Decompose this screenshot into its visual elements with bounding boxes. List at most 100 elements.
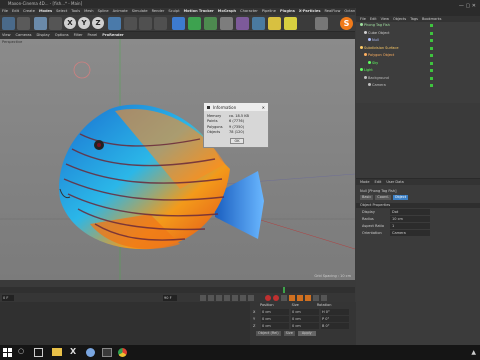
enable-check-icon[interactable]	[430, 31, 433, 35]
coord-rot[interactable]: H 0°	[321, 309, 349, 315]
menu-sculpt[interactable]: Sculpt	[168, 8, 179, 15]
enable-check-icon[interactable]	[430, 69, 433, 72]
coord-size[interactable]: 0 cm	[291, 323, 319, 329]
coord-size[interactable]: 0 cm	[291, 309, 319, 315]
end-frame-field[interactable]: 90 F	[163, 295, 177, 301]
menu-spline[interactable]: Spline	[98, 8, 109, 15]
menu-mesh[interactable]: Mesh	[84, 8, 93, 15]
coord-rot[interactable]: P 0°	[321, 316, 349, 322]
tab-coord[interactable]: Coord.	[375, 195, 391, 200]
coord-pos[interactable]: 0 cm	[261, 323, 289, 329]
light-icon[interactable]	[284, 17, 297, 30]
tray-icon[interactable]: ▲	[471, 349, 476, 356]
camera-icon[interactable]	[268, 17, 281, 30]
window-controls-icon[interactable]: — ▢ ✕	[459, 3, 476, 9]
y-axis-button[interactable]: Y	[78, 17, 90, 29]
record-icon[interactable]	[265, 295, 271, 301]
menu-render[interactable]: Render	[152, 8, 165, 15]
enable-check-icon[interactable]	[430, 61, 433, 65]
current-frame-field[interactable]: 0 F	[2, 295, 14, 301]
task-view-icon[interactable]	[34, 348, 43, 357]
menu-animate[interactable]: Animate	[113, 8, 128, 15]
array-icon[interactable]	[220, 17, 233, 30]
pen-icon[interactable]	[188, 17, 201, 30]
next-frame-icon[interactable]	[232, 295, 238, 301]
prev-frame-icon[interactable]	[216, 295, 222, 301]
om-menu-bookmarks[interactable]: Bookmarks	[422, 16, 442, 22]
object-row[interactable]: Phong Tag Fish	[356, 23, 480, 29]
coord-size-select[interactable]: Size	[283, 331, 295, 336]
tab-object[interactable]: Object	[392, 195, 409, 200]
tab-basic[interactable]: Basic	[360, 195, 374, 200]
menu-mograph[interactable]: MoGraph	[218, 8, 236, 15]
render-picture-icon[interactable]	[139, 17, 152, 30]
view-menu-cameras[interactable]: Cameras	[16, 32, 32, 39]
z-axis-button[interactable]: Z	[92, 17, 104, 29]
scene-icon[interactable]	[252, 17, 265, 30]
start-button[interactable]	[3, 348, 12, 357]
om-menu-objects[interactable]: Objects	[393, 16, 406, 22]
menu-tools[interactable]: Tools	[71, 8, 80, 15]
keyframe-icon[interactable]	[281, 295, 287, 301]
object-row[interactable]: Background	[356, 75, 480, 82]
undo-icon[interactable]	[2, 17, 15, 30]
object-row[interactable]: Light	[356, 68, 480, 74]
object-row[interactable]: Sky	[356, 60, 480, 67]
view-menu-view[interactable]: View	[2, 32, 11, 39]
x-app-icon[interactable]: X	[70, 347, 76, 356]
ok-button[interactable]: OK	[230, 138, 244, 144]
deformer-icon[interactable]	[236, 17, 249, 30]
attribute-value[interactable]: Dot	[390, 209, 430, 215]
param-key-icon[interactable]	[313, 295, 319, 301]
redo-icon[interactable]	[17, 17, 30, 30]
chrome-icon[interactable]	[118, 348, 127, 357]
menu-simulate[interactable]: Simulate	[132, 8, 148, 15]
menu-modes[interactable]: Modes	[39, 8, 52, 15]
menu-create[interactable]: Create	[23, 8, 35, 15]
coord-rot[interactable]: B 0°	[321, 323, 349, 329]
attr-menu-mode[interactable]: Mode	[360, 179, 370, 185]
viewport-layout-icon[interactable]	[315, 17, 328, 30]
enable-check-icon[interactable]	[430, 54, 433, 57]
scale-icon[interactable]	[49, 17, 62, 30]
om-menu-file[interactable]: File	[360, 16, 366, 22]
x-axis-button[interactable]: X	[64, 17, 76, 29]
enable-check-icon[interactable]	[430, 46, 433, 50]
enable-check-icon[interactable]	[430, 76, 433, 80]
om-menu-edit[interactable]: Edit	[370, 16, 377, 22]
playhead[interactable]	[283, 287, 285, 293]
attr-menu-userdata[interactable]: User Data	[386, 179, 403, 185]
goto-start-icon[interactable]	[200, 295, 206, 301]
world-icon[interactable]	[108, 17, 121, 30]
timeline-ruler[interactable]	[0, 287, 355, 293]
attribute-value[interactable]: 10 cm	[390, 216, 430, 222]
attr-menu-edit[interactable]: Edit	[375, 179, 382, 185]
coord-mode-select[interactable]: Object (Rel)	[256, 331, 281, 336]
position-key-icon[interactable]	[289, 295, 295, 301]
app-window-icon[interactable]	[102, 348, 112, 357]
om-menu-view[interactable]: View	[381, 16, 389, 22]
enable-check-icon[interactable]	[430, 39, 433, 42]
autokey-icon[interactable]	[273, 295, 279, 301]
viewport[interactable]: Perspective Grid Spacing : 10 cm	[0, 39, 355, 280]
menu-file[interactable]: File	[2, 8, 8, 15]
cinema4d-taskbar-icon[interactable]	[86, 348, 95, 357]
menu-x-particles[interactable]: X-Particles	[299, 8, 321, 15]
om-menu-tags[interactable]: Tags	[410, 16, 418, 22]
next-key-icon[interactable]	[240, 295, 246, 301]
object-row[interactable]: Polygon Object	[356, 53, 480, 59]
scale-key-icon[interactable]	[305, 295, 311, 301]
menu-character[interactable]: Character	[240, 8, 258, 15]
coord-size[interactable]: 0 cm	[291, 316, 319, 322]
pla-key-icon[interactable]	[321, 295, 327, 301]
subdivision-icon[interactable]	[204, 17, 217, 30]
attribute-value[interactable]: Camera	[390, 230, 430, 236]
prev-key-icon[interactable]	[208, 295, 214, 301]
object-row[interactable]: Subdivision Surface	[356, 45, 480, 52]
menu-octane[interactable]: Octane	[344, 8, 355, 15]
object-row[interactable]: Camera	[356, 83, 480, 89]
move-icon[interactable]	[34, 17, 47, 30]
view-menu-display[interactable]: Display	[37, 32, 50, 39]
menu-pipeline[interactable]: Pipeline	[262, 8, 276, 15]
menu-motion-tracker[interactable]: Motion Tracker	[184, 8, 214, 15]
